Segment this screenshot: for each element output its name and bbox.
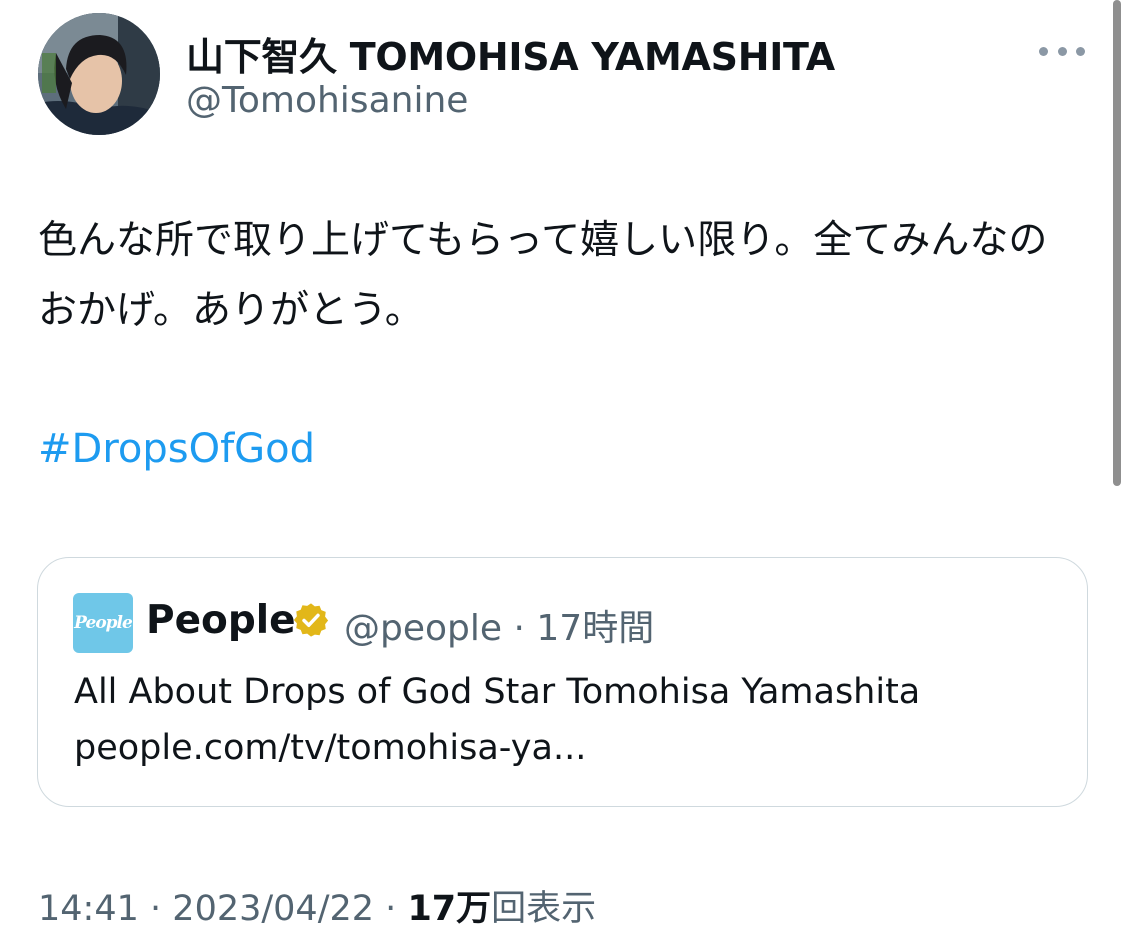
quote-time: 17時間 (536, 608, 655, 649)
quote-author-name: People (146, 598, 296, 643)
author-avatar[interactable] (38, 13, 160, 135)
quote-meta: @people · 17時間 (344, 599, 654, 651)
views-count: 17万 (407, 889, 492, 929)
gold-verified-badge-icon (293, 603, 329, 637)
tweet-detail: 山下智久 TOMOHISA YAMASHITA @Tomohisanine 色ん… (0, 0, 1125, 946)
tweet-time[interactable]: 14:41 (38, 889, 139, 929)
quoted-tweet-card[interactable]: People People @people · 17時間 All About D… (37, 557, 1088, 807)
author-handle[interactable]: @Tomohisanine (186, 80, 468, 121)
views-label: 回表示 (491, 889, 597, 929)
footer-separator: · (385, 889, 397, 929)
quote-headline: All About Drops of God Star Tomohisa Yam… (74, 672, 921, 712)
ellipsis-icon (1057, 46, 1067, 56)
quote-link: people.com/tv/tomohisa-ya... (74, 728, 587, 768)
scrollbar[interactable] (1113, 0, 1121, 486)
quote-separator: · (513, 608, 525, 649)
profile-photo-icon (38, 13, 160, 135)
ellipsis-icon (1076, 46, 1085, 56)
tweet-date[interactable]: 2023/04/22 (172, 889, 374, 929)
footer-separator: · (150, 889, 162, 929)
quote-handle: @people (344, 608, 503, 649)
author-display-name[interactable]: 山下智久 TOMOHISA YAMASHITA (186, 26, 835, 81)
ellipsis-icon (1039, 46, 1048, 56)
tweet-footer-meta: 14:41 · 2023/04/22 · 17万回表示 (38, 880, 596, 931)
hashtag-link[interactable]: #DropsOfGod (38, 426, 315, 472)
people-logo: People (73, 593, 133, 653)
tweet-text: 色んな所で取り上げてもらって嬉しい限り。全てみんなのおかげ。ありがとう。 (38, 218, 1048, 333)
more-options-button[interactable] (1039, 38, 1085, 64)
